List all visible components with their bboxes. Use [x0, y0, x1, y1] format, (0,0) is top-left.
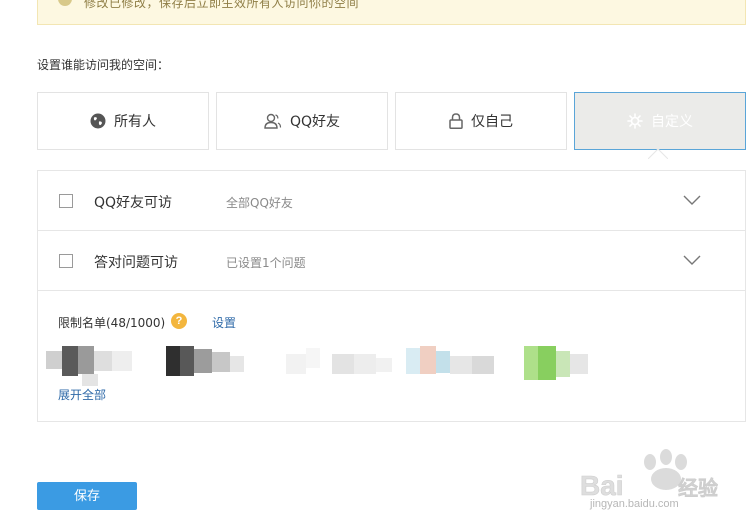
- question-checkbox[interactable]: [59, 254, 73, 268]
- custom-rules-panel: QQ好友可访 全部QQ好友 答对问题可访 已设置1个问题 限制名单(48/100…: [37, 170, 746, 422]
- avatar[interactable]: [354, 354, 376, 374]
- option-only-me[interactable]: 仅自己: [395, 92, 567, 150]
- gear-icon: [627, 113, 643, 129]
- rule-desc: 全部QQ好友: [226, 196, 293, 210]
- notice-bar: 修改已修改，保存后立即生效所有人访问你的空间: [37, 0, 746, 25]
- save-button[interactable]: 保存: [37, 482, 137, 510]
- help-icon[interactable]: ?: [171, 313, 187, 329]
- section-label: 设置谁能访问我的空间：: [37, 58, 170, 72]
- option-label: QQ好友: [289, 114, 341, 130]
- chevron-down-icon[interactable]: [683, 254, 701, 266]
- avatar[interactable]: [82, 374, 98, 386]
- avatar[interactable]: [46, 351, 62, 369]
- avatar[interactable]: [112, 351, 132, 371]
- avatar[interactable]: [62, 346, 78, 376]
- option-qq-friends[interactable]: QQ好友: [216, 92, 388, 150]
- avatar[interactable]: [420, 346, 436, 374]
- svg-text:Bai: Bai: [580, 470, 624, 501]
- option-custom[interactable]: 自定义: [574, 92, 746, 150]
- avatar[interactable]: [556, 351, 570, 377]
- limit-list-label: 限制名单(48/1000): [58, 316, 166, 330]
- avatar[interactable]: [472, 356, 494, 374]
- avatar[interactable]: [376, 358, 392, 372]
- chevron-down-icon[interactable]: [683, 194, 701, 206]
- selected-pointer: [648, 148, 668, 159]
- rule-desc: 已设置1个问题: [226, 256, 306, 270]
- option-label: 所有人: [114, 114, 156, 130]
- friends-icon: [264, 113, 282, 129]
- option-label: 仅自己: [471, 114, 513, 130]
- avatar[interactable]: [450, 356, 472, 374]
- baidu-jingyan-watermark: Bai 经验: [580, 449, 718, 501]
- avatar[interactable]: [194, 349, 212, 373]
- avatar[interactable]: [180, 346, 194, 376]
- rule-row-question[interactable]: 答对问题可访 已设置1个问题: [38, 231, 745, 291]
- svg-text:经验: 经验: [678, 476, 718, 500]
- blocked-users-strip: [46, 346, 606, 386]
- lock-icon: [449, 113, 463, 129]
- avatar[interactable]: [230, 356, 244, 372]
- avatar[interactable]: [538, 346, 556, 380]
- avatar[interactable]: [406, 348, 420, 374]
- info-icon: [58, 0, 72, 6]
- expand-all-link[interactable]: 展开全部: [58, 386, 106, 403]
- avatar[interactable]: [436, 351, 450, 373]
- rule-title: 答对问题可访: [94, 255, 178, 271]
- avatar[interactable]: [166, 346, 180, 376]
- avatar[interactable]: [570, 354, 588, 374]
- limit-setting-link[interactable]: 设置: [212, 314, 236, 331]
- notice-text: 修改已修改，保存后立即生效所有人访问你的空间: [84, 0, 360, 10]
- watermark-url: jingyan.baidu.com: [590, 498, 679, 510]
- option-everyone[interactable]: 所有人: [37, 92, 209, 150]
- globe-icon: [90, 113, 106, 129]
- avatar[interactable]: [524, 346, 538, 380]
- avatar[interactable]: [332, 354, 354, 374]
- avatar[interactable]: [286, 354, 306, 374]
- avatar[interactable]: [94, 351, 112, 371]
- rule-title: QQ好友可访: [94, 195, 173, 211]
- option-label: 自定义: [651, 114, 693, 130]
- avatar[interactable]: [78, 346, 94, 374]
- avatar[interactable]: [212, 352, 230, 372]
- avatar[interactable]: [306, 348, 320, 368]
- qq-friends-checkbox[interactable]: [59, 194, 73, 208]
- rule-row-qq-friends[interactable]: QQ好友可访 全部QQ好友: [38, 171, 745, 231]
